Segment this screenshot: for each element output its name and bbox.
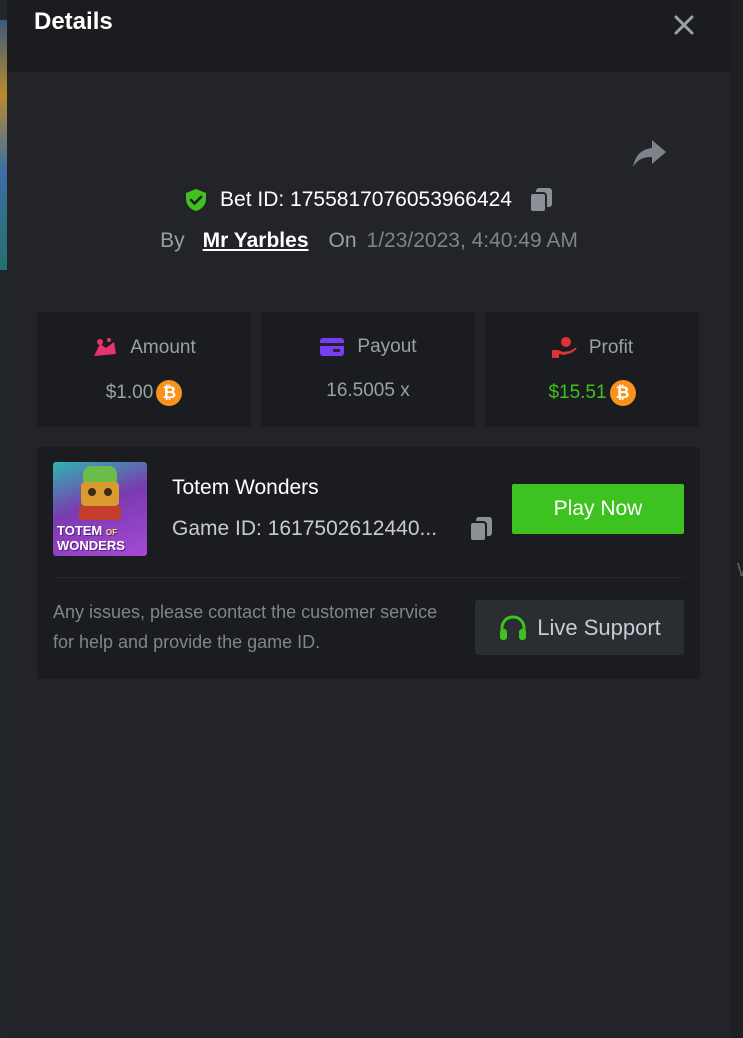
totem-face: [81, 482, 119, 506]
on-label: On: [328, 229, 357, 252]
bet-date: 1/23/2023, 4:40:49 AM: [366, 229, 578, 252]
live-support-button[interactable]: Live Support: [475, 600, 684, 655]
game-logo-text: TOTEM OF WONDERS: [57, 524, 143, 552]
stat-value: $15.51: [548, 382, 607, 403]
logo-line-1: TOTEM: [57, 523, 103, 538]
stat-label: Amount: [130, 337, 196, 358]
totem-eye: [104, 488, 112, 496]
copy-bet-id-icon[interactable]: [528, 186, 554, 214]
profit-hand-icon: [551, 337, 577, 358]
stat-label: Profit: [588, 337, 634, 358]
game-name: Totem Wonders: [172, 476, 319, 499]
help-text: Any issues, please contact the customer …: [53, 602, 438, 652]
divider: [53, 577, 684, 578]
copy-game-id-icon[interactable]: [468, 515, 494, 543]
logo-of: OF: [105, 528, 117, 537]
details-modal: Details Bet ID: 1755817076053966424 By M…: [7, 0, 731, 1038]
live-support-label: Live Support: [537, 614, 661, 640]
close-button[interactable]: [669, 10, 699, 40]
background-page-left: [0, 0, 7, 1038]
bet-id-row: Bet ID: 1755817076053966424: [7, 184, 731, 216]
game-id: Game ID: 1617502612440...: [172, 517, 438, 540]
bitcoin-icon: ₿: [156, 380, 183, 406]
share-icon: [633, 140, 666, 167]
stat-value: 16.5005 x: [326, 380, 410, 401]
stat-label: Payout: [357, 336, 417, 357]
stat-value: $1.00: [105, 382, 154, 403]
game-thumbnail[interactable]: TOTEM OF WONDERS: [53, 462, 147, 556]
wallet-icon: [320, 338, 345, 356]
background-page-right: W: [731, 0, 743, 1038]
background-text-fragment: W: [737, 560, 743, 581]
verified-shield-icon: [186, 189, 207, 211]
share-button[interactable]: [632, 138, 668, 168]
totem-mouth: [79, 506, 121, 520]
stat-payout: Payout 16.5005 x: [261, 312, 475, 427]
background-banner-strip: [0, 20, 7, 270]
modal-title: Details: [34, 8, 113, 35]
close-icon: [674, 15, 694, 35]
modal-header: Details: [7, 0, 731, 72]
play-now-button[interactable]: Play Now: [512, 484, 684, 534]
stat-amount: Amount $1.00 ₿: [37, 312, 251, 427]
bitcoin-icon: ₿: [609, 380, 636, 406]
bet-id: Bet ID: 1755817076053966424: [220, 188, 512, 211]
logo-line-2: WONDERS: [57, 538, 125, 553]
game-card: TOTEM OF WONDERS Totem Wonders Game ID: …: [37, 447, 700, 679]
totem-eye: [88, 488, 96, 496]
stat-profit: Profit $15.51 ₿: [485, 312, 699, 427]
username-link[interactable]: Mr Yarbles: [203, 229, 309, 253]
headset-icon: [500, 614, 527, 640]
bet-meta-row: By Mr Yarbles On 1/23/2023, 4:40:49 AM: [7, 226, 731, 256]
amount-icon: [94, 338, 117, 356]
by-label: By: [160, 229, 185, 252]
